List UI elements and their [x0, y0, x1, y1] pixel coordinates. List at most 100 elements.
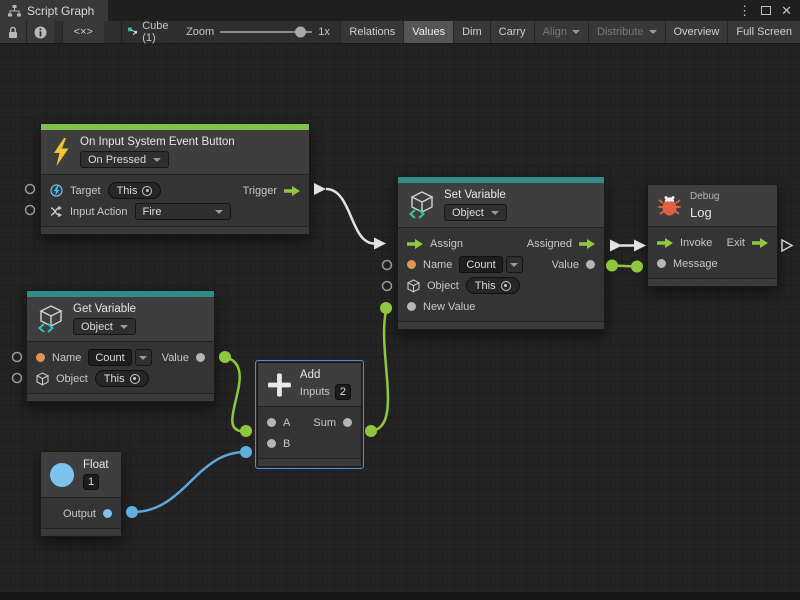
message-input-port[interactable] [657, 259, 666, 268]
value-output-port[interactable] [586, 260, 595, 269]
node-title: Get Variable [73, 303, 136, 315]
target-object-field[interactable]: This [108, 182, 162, 199]
exit-output-port[interactable] [752, 238, 768, 248]
script-graph-window: On Input System Event Button On Pressed … [0, 0, 800, 600]
variable-name-dropdown[interactable]: Count [459, 256, 522, 273]
chevron-down-icon [215, 210, 223, 214]
cube-icon [36, 372, 49, 386]
new-value-input-port[interactable] [407, 302, 416, 311]
object-picker-icon[interactable] [130, 374, 140, 384]
trigger-label: Trigger [243, 185, 277, 197]
name-input-port[interactable] [407, 260, 416, 269]
zoom-slider-handle[interactable] [295, 27, 306, 38]
plus-icon [268, 373, 291, 397]
inputs-count-field[interactable]: 2 [335, 384, 351, 400]
graph-target[interactable]: Cube (1) [122, 21, 181, 43]
code-preview-button[interactable]: <×> [62, 21, 104, 43]
node-debug-log[interactable]: Debug Log Invoke Exit Message [647, 184, 778, 287]
b-input-port[interactable] [267, 439, 276, 448]
node-float-literal[interactable]: Float 1 Output [40, 451, 122, 537]
invoke-input-port[interactable] [657, 238, 673, 248]
float-output-port[interactable] [103, 509, 112, 518]
node-title: Set Variable [444, 189, 506, 201]
chevron-down-icon [120, 325, 128, 329]
value-output-port[interactable] [196, 353, 205, 362]
distribute-button[interactable]: Distribute [588, 21, 664, 43]
trigger-output-port[interactable] [284, 186, 300, 196]
chevron-down-icon[interactable] [135, 349, 152, 366]
port-row-input-action: Input Action Fire [41, 201, 309, 222]
variable-cube-icon [408, 190, 435, 220]
object-picker-icon[interactable] [501, 281, 511, 291]
node-get-variable[interactable]: Get Variable Object Name Count Value [26, 290, 215, 402]
node-title: Add [300, 369, 320, 381]
port-row-name: Name Count Value [398, 254, 604, 275]
variable-scope-dropdown[interactable]: Object [444, 204, 507, 221]
full-screen-button[interactable]: Full Screen [727, 21, 800, 43]
zoom-slider[interactable] [220, 21, 312, 43]
selection-outline: Add Inputs 2 A Sum [255, 360, 364, 469]
node-title: Log [690, 205, 712, 220]
node-footer [398, 321, 604, 329]
node-footer [41, 528, 121, 536]
port-row-output: Output [41, 503, 121, 524]
overview-button[interactable]: Overview [665, 21, 728, 43]
node-set-variable[interactable]: Set Variable Object Assign Assigned [397, 176, 605, 330]
node-footer [27, 393, 214, 401]
relations-button[interactable]: Relations [340, 21, 403, 43]
input-action-icon [50, 205, 63, 218]
info-button[interactable] [26, 21, 54, 43]
chevron-down-icon [491, 211, 499, 215]
tab-script-graph[interactable]: Script Graph [0, 0, 108, 21]
info-icon [34, 26, 47, 39]
input-system-icon [50, 184, 63, 197]
port-row-assign: Assign Assigned [398, 233, 604, 254]
node-add[interactable]: Add Inputs 2 A Sum [257, 362, 362, 467]
variable-scope-dropdown[interactable]: Object [73, 318, 136, 335]
port-row-object: Object This [398, 275, 604, 296]
align-button[interactable]: Align [534, 21, 588, 43]
bug-icon [658, 195, 681, 216]
variable-name-dropdown[interactable]: Count [88, 349, 151, 366]
chevron-down-icon[interactable] [506, 256, 523, 273]
dim-button[interactable]: Dim [453, 21, 490, 43]
lightning-bolt-icon [51, 138, 71, 166]
menu-icon[interactable]: ⋮ [738, 4, 751, 17]
script-graph-asset-icon [128, 26, 138, 38]
port-row-new-value: New Value [398, 296, 604, 317]
zoom-value: 1x [312, 21, 336, 43]
variable-cube-icon [37, 304, 64, 334]
object-picker-icon[interactable] [142, 186, 152, 196]
lock-button[interactable] [0, 21, 26, 43]
event-mode-dropdown[interactable]: On Pressed [80, 151, 169, 168]
node-title: Float [83, 459, 109, 471]
window-bottom-edge [0, 592, 800, 600]
window-tab-bar: Script Graph ⋮ ✕ [0, 0, 800, 21]
port-row-message: Message [648, 253, 777, 274]
chevron-down-icon [153, 158, 161, 162]
object-field[interactable]: This [95, 370, 149, 387]
close-icon[interactable]: ✕ [781, 4, 792, 17]
input-action-dropdown[interactable]: Fire [135, 203, 231, 220]
object-field[interactable]: This [466, 277, 520, 294]
cube-icon [407, 279, 420, 293]
node-footer [648, 278, 777, 286]
graph-toolbar: <×> Cube (1) Zoom 1x Relations Values Di… [0, 21, 800, 44]
node-on-input-system-event-button[interactable]: On Input System Event Button On Pressed … [40, 123, 310, 235]
lock-icon [7, 26, 19, 39]
float-value-field[interactable]: 1 [83, 474, 99, 490]
carry-button[interactable]: Carry [490, 21, 534, 43]
values-button[interactable]: Values [403, 21, 453, 43]
node-footer [41, 226, 309, 234]
port-row-b: B [258, 433, 361, 454]
port-row-target: Target This Trigger [41, 180, 309, 201]
sum-output-port[interactable] [343, 418, 352, 427]
maximize-icon[interactable] [761, 6, 771, 15]
assign-input-port[interactable] [407, 239, 423, 249]
name-input-port[interactable] [36, 353, 45, 362]
assigned-output-port[interactable] [579, 239, 595, 249]
chevron-down-icon [649, 30, 657, 34]
node-title: On Input System Event Button [80, 136, 235, 148]
a-input-port[interactable] [267, 418, 276, 427]
window-controls: ⋮ ✕ [738, 0, 800, 21]
